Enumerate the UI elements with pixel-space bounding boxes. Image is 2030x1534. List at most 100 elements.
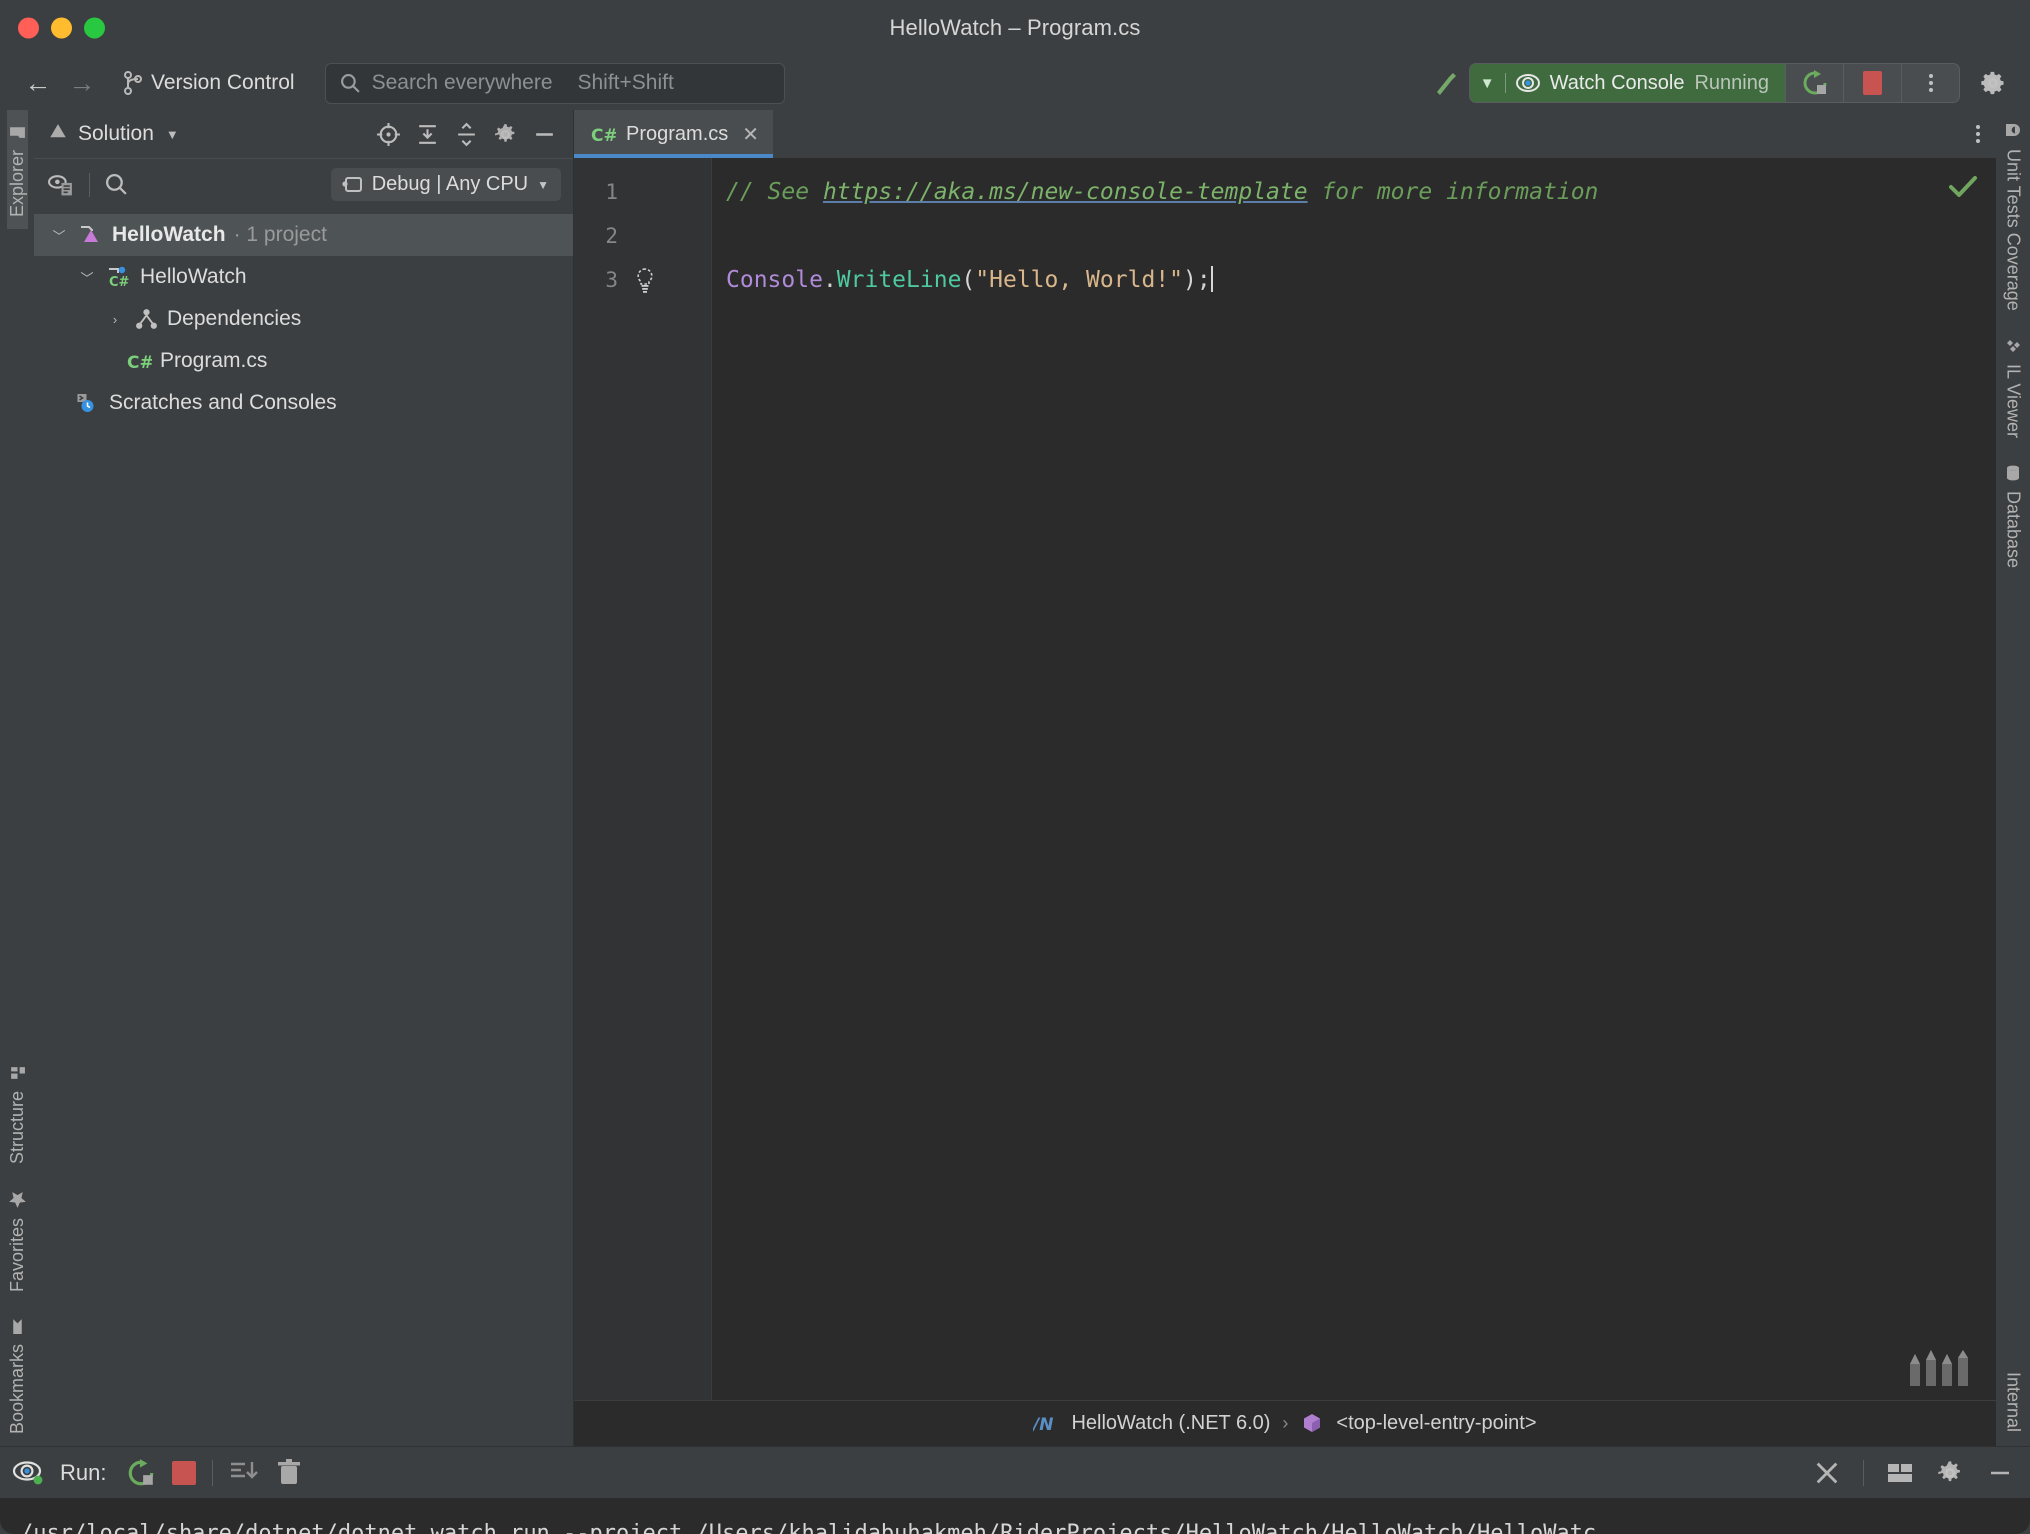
minimize-window-button[interactable] [51, 18, 72, 39]
divider [1863, 1460, 1864, 1486]
layout-settings-button[interactable] [1886, 1461, 1914, 1485]
tree-node-program-cs[interactable]: C# Program.cs [34, 340, 573, 382]
rerun-button[interactable] [1785, 64, 1843, 102]
chevron-down-icon[interactable]: ﹀ [48, 226, 70, 245]
build-button[interactable] [1423, 66, 1469, 100]
show-all-files-icon[interactable] [48, 172, 75, 198]
hide-icon[interactable] [532, 122, 557, 147]
settings-button[interactable] [1970, 69, 2016, 97]
close-window-button[interactable] [18, 18, 39, 39]
code-editor[interactable]: 1 2 3 [574, 158, 1996, 1400]
rail-item-il-viewer[interactable]: IL Viewer [2003, 325, 2024, 452]
run-settings-button[interactable] [1936, 1459, 1964, 1487]
divider [212, 1460, 213, 1486]
rail-item-database[interactable]: Database [2003, 452, 2024, 582]
search-shortcut-hint: Shift+Shift [578, 71, 674, 95]
editor-gutter[interactable]: 1 2 3 [574, 158, 712, 1400]
chevron-down-icon[interactable]: ▼ [166, 127, 179, 142]
rail-bookmarks-label: Bookmarks [7, 1344, 28, 1434]
search-icon[interactable] [104, 172, 129, 197]
left-tool-rail: Explorer Structure Favorites Bookmarks [0, 110, 34, 1446]
code-class-name: Console [726, 267, 823, 293]
window-title: HelloWatch – Program.cs [890, 15, 1141, 41]
rail-il-viewer-label: IL Viewer [2003, 364, 2024, 438]
navigate-back-button[interactable]: ← [16, 64, 60, 102]
tree-node-scratches[interactable]: Scratches and Consoles [34, 382, 573, 424]
run-rerun-button[interactable] [126, 1458, 156, 1488]
csharp-file-icon: C# [126, 349, 152, 373]
tree-node-project[interactable]: ﹀ C# HelloWatch [34, 256, 573, 298]
rail-item-internal[interactable]: Internal [2003, 1360, 2024, 1446]
run-more-options-button[interactable] [1901, 64, 1959, 102]
rail-item-unit-tests-coverage[interactable]: Unit Tests Coverage [2003, 110, 2024, 325]
rail-item-bookmarks[interactable]: Bookmarks [7, 1304, 28, 1446]
star-icon [8, 1190, 27, 1209]
code-line-2 [712, 214, 1996, 258]
intention-bulb-icon[interactable] [632, 266, 658, 294]
tree-node-sublabel: · 1 project [234, 223, 327, 247]
code-dot: . [823, 267, 837, 293]
gear-icon[interactable] [493, 122, 518, 147]
tree-node-solution[interactable]: ﹀ HelloWatch · 1 project [34, 214, 573, 256]
bookmark-icon [10, 1318, 25, 1335]
inspection-status-icon[interactable] [1948, 174, 1978, 200]
console-text: /usr/local/share/dotnet/dotnet watch run… [20, 1521, 1596, 1534]
chevron-right-icon[interactable]: › [104, 312, 126, 327]
close-icon[interactable]: ✕ [742, 122, 759, 147]
run-configuration-selector[interactable]: ▼ Watch Console Running [1470, 64, 1785, 102]
text-caret [1211, 266, 1213, 292]
rail-item-favorites[interactable]: Favorites [7, 1176, 28, 1304]
rail-item-structure[interactable]: Structure [7, 1051, 28, 1176]
stop-button[interactable] [1843, 64, 1901, 102]
main-body: Explorer Structure Favorites Bookmarks [0, 110, 2030, 1446]
solution-secondary-toolbar: Debug | Any CPU ▼ [34, 158, 573, 210]
kebab-icon[interactable] [1976, 125, 1980, 143]
editor-tab-actions [1976, 110, 1996, 158]
editor-breadcrumbs[interactable]: /N HelloWatch (.NET 6.0) › <top-level-en… [574, 1400, 1996, 1446]
tree-node-dependencies[interactable]: › Dependencies [34, 298, 573, 340]
tree-node-label: Scratches and Consoles [109, 391, 337, 415]
clear-console-button[interactable] [275, 1458, 303, 1488]
zoom-window-button[interactable] [84, 18, 105, 39]
solution-explorer-panel: Solution ▼ [34, 110, 574, 1446]
tree-node-label: Program.cs [160, 349, 267, 373]
breadcrumb-member[interactable]: <top-level-entry-point> [1336, 1412, 1536, 1435]
database-icon [2004, 464, 2022, 482]
breadcrumb-project[interactable]: HelloWatch (.NET 6.0) [1071, 1412, 1270, 1435]
chevron-down-icon[interactable]: ﹀ [76, 268, 98, 287]
scroll-to-end-button[interactable] [229, 1459, 259, 1487]
right-tool-rail: Unit Tests Coverage IL Viewer Database I… [1996, 110, 2030, 1446]
editor-text-area[interactable]: // See https://aka.ms/new-console-templa… [712, 158, 1996, 1400]
expand-all-icon[interactable] [415, 122, 440, 147]
gutter-line: 2 [574, 214, 711, 258]
coverage-icon [2004, 122, 2022, 140]
code-method-name: WriteLine [837, 267, 962, 293]
close-run-window-button[interactable] [1813, 1459, 1841, 1487]
line-number: 3 [574, 268, 618, 292]
watch-console-icon [1516, 71, 1540, 95]
comment-url[interactable]: https://aka.ms/new-console-template [823, 179, 1308, 205]
hide-run-window-button[interactable] [1986, 1461, 2014, 1485]
main-toolbar: ← → Version Control Search everywhere [0, 56, 2030, 110]
code-line-3: Console.WriteLine("Hello, World!"); [712, 258, 1996, 302]
rail-item-explorer[interactable]: Explorer [7, 110, 28, 229]
run-configuration-widget[interactable]: ▼ Watch Console Running [1469, 63, 1960, 103]
run-console-output[interactable]: /usr/local/share/dotnet/dotnet watch run… [0, 1498, 2030, 1534]
comment-suffix: for more information [1308, 179, 1599, 205]
search-everywhere-input[interactable]: Search everywhere Shift+Shift [325, 63, 785, 104]
run-config-chip[interactable]: Debug | Any CPU ▼ [331, 168, 561, 201]
navigate-forward-button[interactable]: → [60, 64, 104, 102]
dotnet-icon: /N [1033, 1413, 1059, 1435]
window-controls[interactable] [18, 18, 105, 39]
il-viewer-icon [2004, 337, 2022, 355]
config-icon [341, 175, 363, 195]
version-control-button[interactable]: Version Control [114, 66, 309, 100]
code-close-paren: ); [1183, 267, 1211, 293]
title-bar: HelloWatch – Program.cs [0, 0, 2030, 56]
csharp-project-icon: C# [106, 264, 132, 290]
locate-icon[interactable] [376, 122, 401, 147]
run-stop-button[interactable] [172, 1461, 196, 1485]
editor-tab-program-cs[interactable]: C# Program.cs ✕ [574, 110, 773, 158]
csharp-file-icon: C# [590, 122, 616, 146]
collapse-all-icon[interactable] [454, 122, 479, 147]
